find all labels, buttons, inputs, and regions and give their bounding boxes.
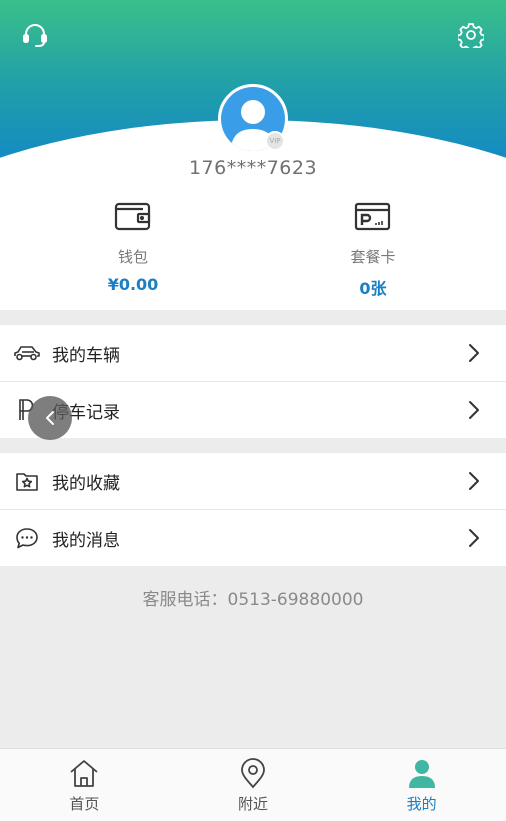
package-card-label: 套餐卡 (350, 248, 396, 266)
tab-label: 附近 (238, 795, 269, 813)
user-phone-number: 176****7623 (188, 157, 318, 179)
package-card-count: 0张 (359, 279, 387, 298)
chevron-right-icon (469, 401, 479, 419)
message-bubble-icon (13, 524, 41, 552)
tab-label: 首页 (69, 795, 100, 813)
menu-item-parking-records[interactable]: 停车记录 (0, 382, 506, 438)
chevron-right-icon (469, 529, 479, 547)
tab-nearby[interactable]: 附近 (169, 749, 338, 821)
menu-item-messages[interactable]: 我的消息 (0, 510, 506, 566)
tab-label: 我的 (406, 795, 437, 813)
home-icon (67, 756, 101, 790)
profile-header: VIP 176****7623 钱包 ¥0.00 套餐卡 0张 (0, 0, 506, 310)
menu-group-personal: 我的收藏 我的消息 (0, 453, 506, 566)
user-icon (405, 756, 439, 790)
bottom-tab-bar: 首页 附近 我的 (0, 748, 506, 821)
package-card-stat[interactable]: 套餐卡 0张 (273, 200, 473, 299)
menu-item-label: 我的消息 (52, 530, 120, 551)
vip-badge: VIP (265, 131, 285, 151)
chevron-right-icon (469, 472, 479, 490)
tab-home[interactable]: 首页 (0, 749, 169, 821)
customer-service-headset-icon[interactable] (20, 20, 50, 50)
menu-item-favorites[interactable]: 我的收藏 (0, 453, 506, 510)
tab-mine[interactable]: 我的 (337, 749, 506, 821)
settings-gear-icon[interactable] (456, 20, 486, 50)
wallet-label: 钱包 (117, 248, 148, 266)
menu-item-label: 我的收藏 (52, 473, 120, 494)
menu-group-vehicle: 我的车辆 停车记录 (0, 325, 506, 438)
menu-item-my-vehicles[interactable]: 我的车辆 (0, 325, 506, 382)
wallet-stat[interactable]: 钱包 ¥0.00 (33, 200, 233, 294)
favorites-folder-icon (13, 467, 41, 495)
customer-service-phone[interactable]: 客服电话：0513-69880000 (0, 585, 506, 610)
floating-back-button[interactable] (28, 396, 72, 440)
wallet-icon (33, 200, 233, 236)
wallet-balance: ¥0.00 (107, 275, 159, 294)
chevron-left-icon (46, 411, 54, 425)
menu-item-label: 我的车辆 (52, 345, 120, 366)
location-pin-icon (236, 756, 270, 790)
parking-card-icon (273, 200, 473, 236)
chevron-right-icon (469, 344, 479, 362)
car-icon (13, 339, 41, 367)
